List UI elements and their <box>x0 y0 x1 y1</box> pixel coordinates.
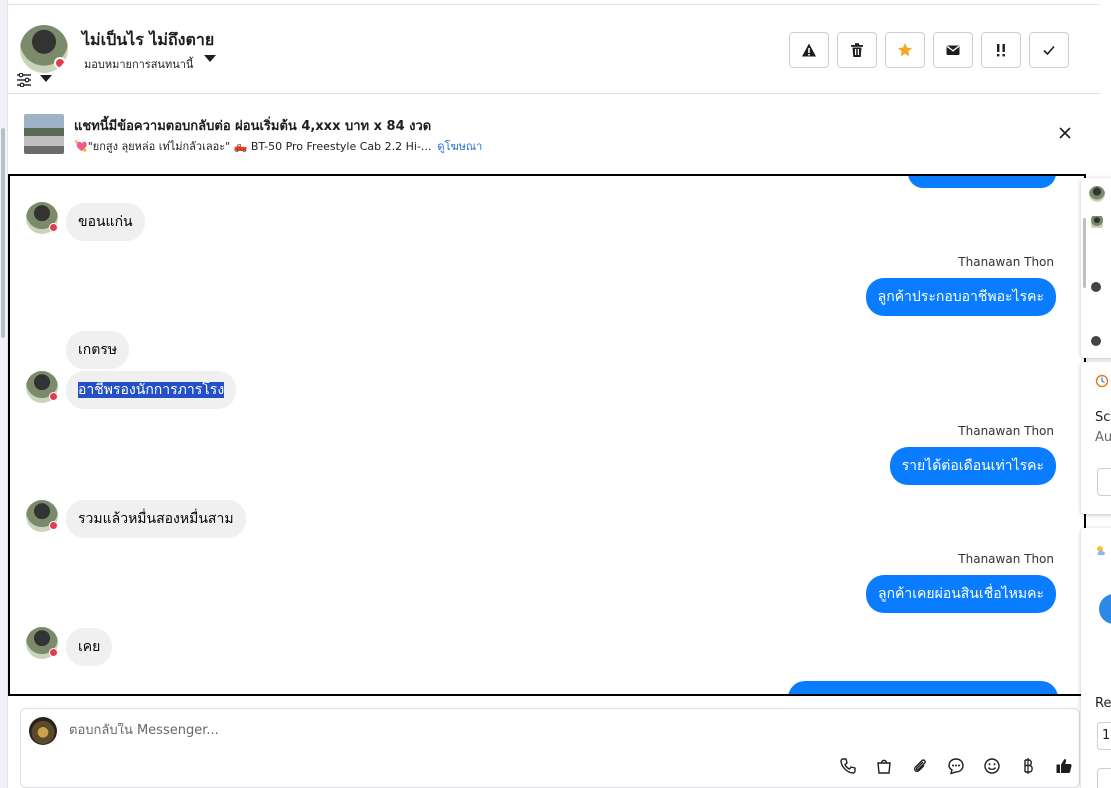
side-panel-graphic <box>1099 594 1111 624</box>
side-panel-field-value: 1 <box>1102 728 1111 743</box>
contact-avatar[interactable] <box>20 25 68 73</box>
delete-button[interactable] <box>837 32 877 68</box>
thumbs-up-icon <box>1056 759 1072 773</box>
outgoing-message-partial[interactable] <box>908 176 1056 188</box>
sender-name: Thanawan Thon <box>958 552 1054 566</box>
filter-caret-down-icon[interactable] <box>40 75 52 82</box>
mark-unread-button[interactable] <box>933 32 973 68</box>
left-scroll-strip[interactable] <box>0 0 8 788</box>
messenger-badge-icon <box>49 521 58 530</box>
sender-name: Thanawan Thon <box>958 255 1054 269</box>
composer-toolbar <box>839 757 1073 775</box>
payment-button[interactable] <box>1019 757 1037 775</box>
baht-icon <box>1024 758 1033 774</box>
side-item-avatar[interactable] <box>1091 336 1101 346</box>
reply-input[interactable] <box>69 723 769 738</box>
call-button[interactable] <box>839 757 857 775</box>
side-item-avatar[interactable] <box>1091 282 1101 292</box>
contact-name[interactable]: ไม่เป็นไร ไม่ถึงตาย <box>82 28 214 53</box>
close-icon[interactable] <box>1058 126 1072 140</box>
sender-name: Thanawan Thon <box>958 424 1054 438</box>
chat-bubble-icon <box>948 758 964 775</box>
filter-sliders-icon[interactable] <box>16 73 32 87</box>
inbox-conversation-view: ไม่เป็นไร ไม่ถึงตาย มอบหมายการสนทนานี้ แ… <box>0 0 1111 788</box>
ad-subtitle-text: 💘"ยกสูง ลุยหล่อ เท่ไม่กลัวเลอะ" 🛻 BT-50 … <box>74 140 432 153</box>
check-icon <box>1043 45 1055 56</box>
exclamation-icon <box>997 44 1005 57</box>
messenger-badge-icon <box>49 648 58 657</box>
attach-button[interactable] <box>911 757 929 775</box>
page-avatar <box>29 717 57 745</box>
side-panel-scrollbar[interactable] <box>1083 218 1086 288</box>
report-button[interactable] <box>789 32 829 68</box>
incoming-message[interactable]: รวมแล้วหมื่นสองหมื่นสาม <box>66 500 246 538</box>
envelope-icon <box>946 45 960 55</box>
ad-referral-banner: แชทนี้มีข้อความตอบกลับต่อ ผ่อนเริ่มต้น 4… <box>8 96 1100 170</box>
incoming-message[interactable]: ขอนแก่น <box>66 203 145 241</box>
messenger-badge-icon <box>49 392 58 401</box>
reply-composer <box>20 708 1080 788</box>
paperclip-icon <box>913 759 926 773</box>
shopping-bag-icon <box>877 759 891 774</box>
star-icon <box>898 43 912 57</box>
like-button[interactable] <box>1055 757 1073 775</box>
side-panel-field[interactable] <box>1097 768 1111 788</box>
ad-subtitle: 💘"ยกสูง ลุยหล่อ เท่ไม่กลัวเลอะ" 🛻 BT-50 … <box>74 137 482 155</box>
messenger-badge-icon <box>49 223 58 232</box>
outgoing-message-partial[interactable] <box>788 681 1058 694</box>
weather-icon <box>1097 546 1105 555</box>
side-panel-text: Sc <box>1095 410 1111 425</box>
side-panel-subtext: Au <box>1095 430 1111 445</box>
side-panel-schedule[interactable]: Sc Au <box>1081 362 1111 514</box>
saved-replies-button[interactable] <box>947 757 965 775</box>
sender-avatar[interactable] <box>26 627 58 659</box>
outgoing-message[interactable]: ลูกค้าเคยผ่อนสินเชื่อไหมคะ <box>865 575 1056 613</box>
sender-avatar[interactable] <box>26 500 58 532</box>
outgoing-message[interactable]: รายได้ต่อเดือนเท่าไรคะ <box>889 447 1056 485</box>
selected-text: อาชีพรองนักการภารโรง <box>78 382 225 398</box>
side-panel-conversations[interactable] <box>1081 178 1111 358</box>
incoming-message-selected[interactable]: อาชีพรองนักการภารโรง <box>66 371 237 409</box>
side-avatar[interactable] <box>1089 186 1105 202</box>
assign-conversation-label[interactable]: มอบหมายการสนทนานี้ <box>84 55 193 73</box>
shop-button[interactable] <box>875 757 893 775</box>
done-button[interactable] <box>1029 32 1069 68</box>
warning-icon <box>802 43 816 57</box>
ad-thumbnail-image[interactable] <box>24 114 64 154</box>
phone-icon <box>840 758 856 774</box>
smiley-icon <box>984 758 1000 774</box>
side-panel-reminder[interactable]: Re 1 <box>1081 528 1111 788</box>
side-panel-text: Re <box>1095 696 1111 711</box>
sender-avatar[interactable] <box>26 371 58 403</box>
ad-title: แชทนี้มีข้อความตอบกลับต่อ ผ่อนเริ่มต้น 4… <box>74 119 432 134</box>
star-button[interactable] <box>885 32 925 68</box>
header-action-bar <box>789 32 1069 68</box>
messenger-badge-icon <box>54 57 66 69</box>
assign-caret-down-icon[interactable] <box>204 55 216 62</box>
incoming-message[interactable]: เคย <box>66 628 113 666</box>
schedule-icon <box>1095 374 1109 388</box>
emoji-button[interactable] <box>983 757 1001 775</box>
sender-avatar[interactable] <box>26 202 58 234</box>
side-thumb[interactable] <box>1091 216 1103 228</box>
trash-icon <box>851 43 863 57</box>
side-panel-field[interactable]: 1 <box>1097 722 1111 750</box>
follow-up-button[interactable] <box>981 32 1021 68</box>
side-panel-button[interactable] <box>1097 468 1111 496</box>
conversation-header: ไม่เป็นไร ไม่ถึงตาย มอบหมายการสนทนานี้ <box>8 4 1100 94</box>
message-thread[interactable]: ขอนแก่น Thanawan Thon ลูกค้าประกอบอาชีพอ… <box>8 174 1086 696</box>
left-scrollbar-thumb[interactable] <box>1 128 5 338</box>
outgoing-message[interactable]: ลูกค้าประกอบอาชีพอะไรคะ <box>865 278 1056 316</box>
incoming-message[interactable]: เกตรษ <box>66 331 130 369</box>
view-ad-link[interactable]: ดูโฆษณา <box>437 140 482 153</box>
